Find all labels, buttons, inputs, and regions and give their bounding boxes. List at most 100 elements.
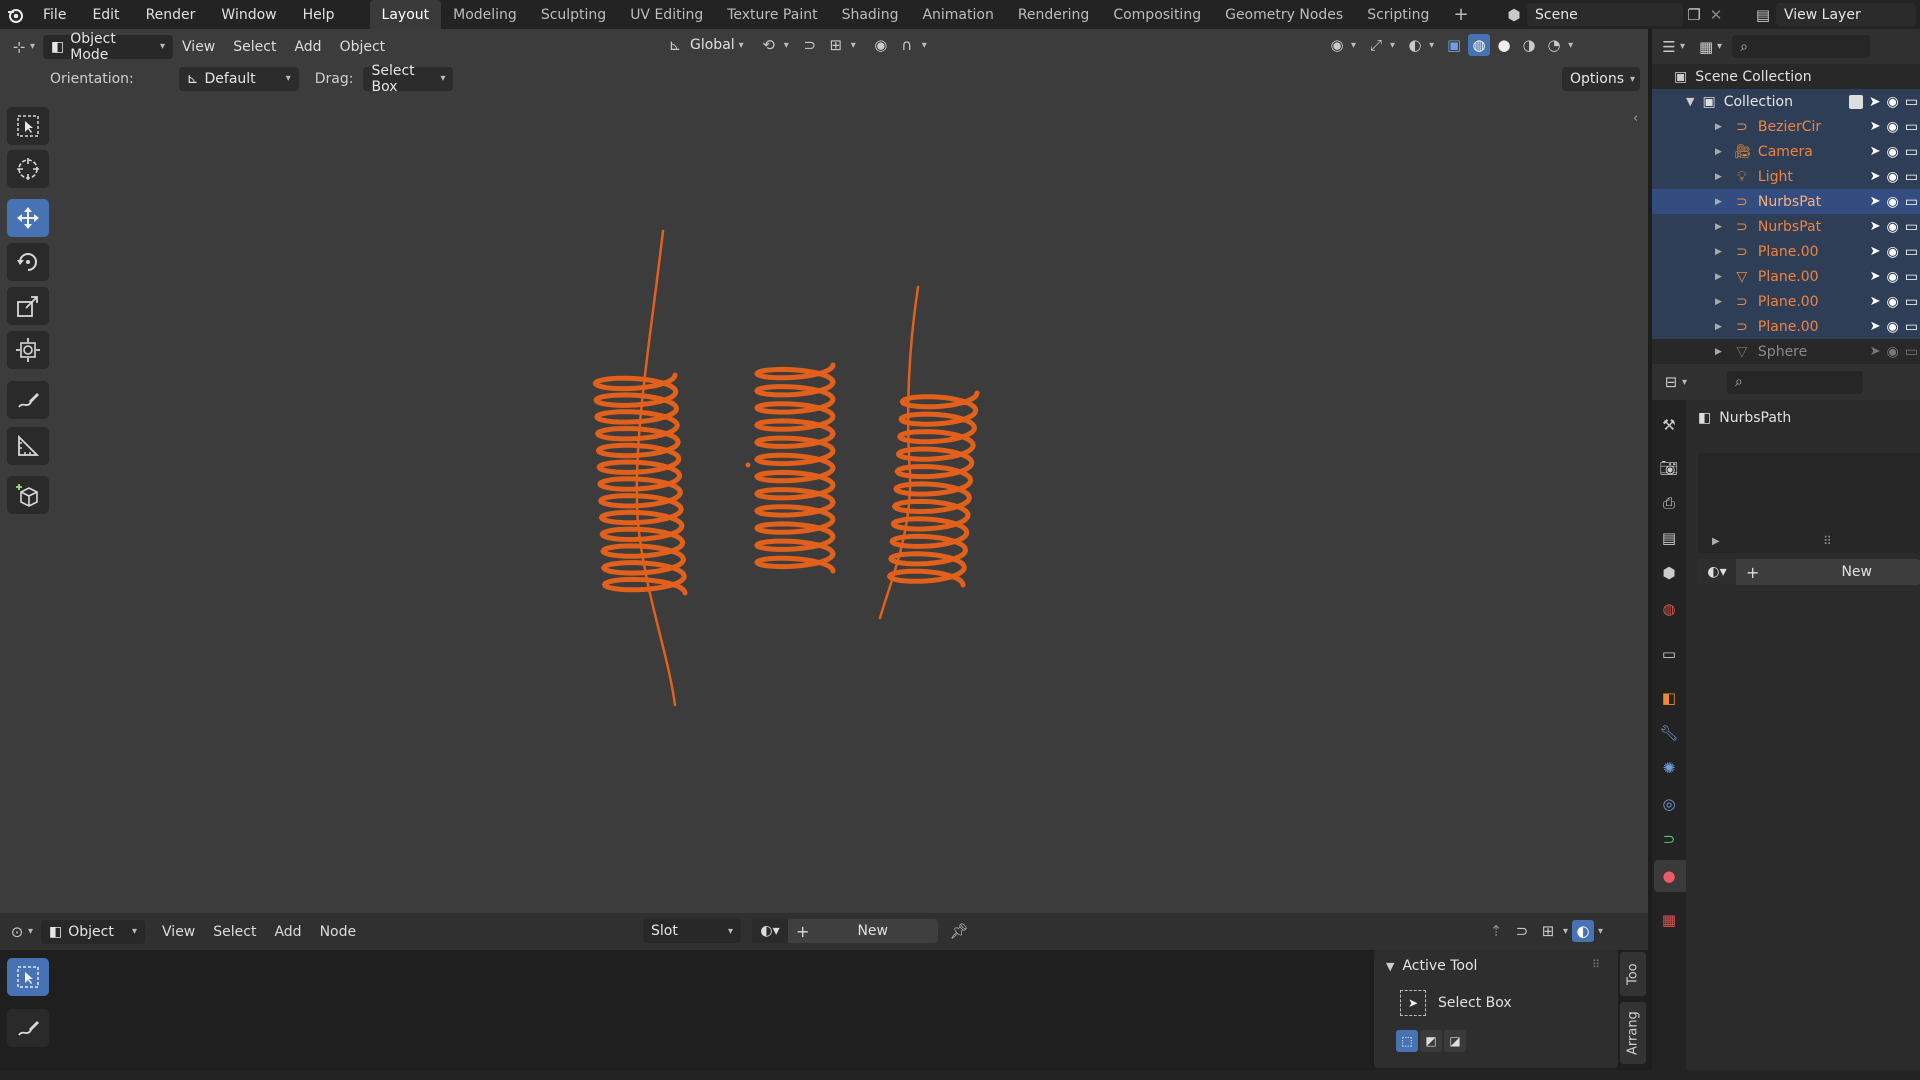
expand-right-icon[interactable]: ▶ [1715,197,1722,207]
middle-spring[interactable] [754,362,836,574]
outliner-object-row[interactable]: ▶ ▽ Plane.00 ➤ ◉ ▭ [1652,264,1920,289]
select-extend-icon[interactable]: ◩ [1420,1030,1442,1052]
outliner-object-row[interactable]: ▶ 💡︎ Light ➤ ◉ ▭ [1652,164,1920,189]
eye-icon[interactable]: ◉ [1887,94,1899,110]
view-layer-tab-icon[interactable]: ▤ [1658,527,1680,549]
snap-icon[interactable]: ⊃ [1511,920,1533,942]
tab-modeling[interactable]: Modeling [441,0,529,29]
selectable-icon[interactable]: ➤ [1870,169,1881,184]
3d-viewport[interactable]: ‹ [0,93,1648,913]
right-spring[interactable] [886,390,980,588]
measure-tool[interactable] [7,427,49,465]
monitor-icon[interactable]: ▭ [1905,119,1918,135]
monitor-icon[interactable]: ▭ [1905,244,1918,260]
outliner-object-name[interactable]: Plane.00 [1758,269,1830,285]
outliner-object-row[interactable]: ▶ ⊃ BezierCir ➤ ◉ ▭ [1652,114,1920,139]
monitor-icon[interactable]: ▭ [1905,344,1918,360]
delete-scene-icon[interactable]: ✕ [1705,4,1727,26]
shader-new-material-button[interactable]: + New [788,919,938,943]
monitor-icon[interactable]: ▭ [1905,269,1918,285]
overlays-icon[interactable]: ◐ [1572,920,1595,942]
outliner-object-row[interactable]: ▶ ⊃ NurbsPat ➤ ◉ ▭ [1652,189,1920,214]
snap-icon[interactable]: ⊃ [799,34,821,56]
outliner-object-row[interactable]: ▶ ⊃ Plane.00 ➤ ◉ ▭ [1652,239,1920,264]
properties-search-input[interactable]: ⌕ [1727,370,1864,394]
monitor-icon[interactable]: ▭ [1905,319,1918,335]
eye-icon[interactable]: ◉ [1887,219,1899,235]
orientation-dropdown[interactable]: ⊾ Default ▾ [178,66,299,91]
selectable-icon[interactable]: ➤ [1870,269,1881,284]
tab-animation[interactable]: Animation [910,0,1005,29]
falloff-icon[interactable]: ∩ [896,34,918,56]
menu-select[interactable]: Select [224,34,285,60]
material-shading-icon[interactable]: ◑ [1518,34,1540,56]
outliner-object-name[interactable]: Sphere [1758,344,1830,360]
monitor-icon[interactable]: ▭ [1905,219,1918,235]
selectable-icon[interactable]: ➤ [1869,94,1881,110]
monitor-icon[interactable]: ▭ [1905,94,1918,110]
expand-right-icon[interactable]: ▶ [1715,222,1722,232]
tab-geometry-nodes[interactable]: Geometry Nodes [1213,0,1355,29]
material-browse-icon[interactable]: ◐▾ [752,919,788,943]
selectable-icon[interactable]: ➤ [1870,119,1881,134]
active-tool-row[interactable]: ➤ Select Box [1400,990,1512,1016]
selectable-icon[interactable]: ➤ [1870,194,1881,209]
new-material-button[interactable]: + New [1736,559,1920,585]
monitor-icon[interactable]: ▭ [1905,144,1918,160]
outliner-object-row[interactable]: ▶ ⊃ Plane.00 ➤ ◉ ▭ [1652,314,1920,339]
cursor-tool[interactable] [7,150,49,188]
menu-window[interactable]: Window [208,0,289,29]
outliner-object-name[interactable]: NurbsPat [1758,194,1830,210]
display-mode-icon[interactable]: ▦ [1695,36,1717,58]
eye-icon[interactable]: ◉ [1887,244,1899,260]
tab-layout[interactable]: Layout [369,0,442,29]
visibility-icon[interactable]: ◉ [1326,34,1348,56]
tab-shading[interactable]: Shading [830,0,911,29]
menu-render[interactable]: Render [133,0,209,29]
add-workspace-button[interactable]: + [1441,0,1480,29]
checkbox-icon[interactable] [1848,94,1863,109]
tab-sculpting[interactable]: Sculpting [529,0,618,29]
expand-right-icon[interactable]: ▶ [1712,536,1720,547]
outliner-object-row[interactable]: ▶ ⊃ Plane.00 ➤ ◉ ▭ [1652,289,1920,314]
output-tab-icon[interactable]: ⎙ [1658,492,1680,514]
shader-select-tool[interactable] [7,958,49,996]
outliner-object-row[interactable]: ▶ ⊃ NurbsPat ➤ ◉ ▭ [1652,214,1920,239]
selectable-icon[interactable]: ➤ [1870,319,1881,334]
tab-scripting[interactable]: Scripting [1355,0,1441,29]
expand-right-icon[interactable]: ▶ [1715,147,1722,157]
view-layer-icon[interactable]: ▤ [1752,4,1774,26]
selectable-icon[interactable]: ➤ [1870,294,1881,309]
view-layer-name-field[interactable]: View Layer [1776,3,1916,26]
active-tool-section-header[interactable]: ▼ Active Tool [1386,958,1477,974]
scene-icon[interactable]: ⬢ [1503,4,1525,26]
eye-icon[interactable]: ◉ [1887,319,1899,335]
expand-right-icon[interactable]: ▶ [1715,122,1722,132]
resize-handle-icon[interactable]: ⠿ [1823,534,1832,548]
eye-icon[interactable]: ◉ [1887,194,1899,210]
outliner-object-name[interactable]: Plane.00 [1758,244,1830,260]
menu-view[interactable]: View [173,34,224,60]
scene-name-field[interactable]: Scene [1527,3,1683,26]
options-dropdown[interactable]: Options ▾ [1562,67,1640,91]
blender-logo-icon[interactable] [4,4,26,26]
select-box-tool[interactable] [7,107,49,145]
menu-object[interactable]: Object [331,34,395,60]
tool-tab-icon[interactable]: ⚒ [1658,414,1680,436]
wireframe-shading-icon[interactable]: ◍ [1468,34,1491,56]
proportional-edit-icon[interactable]: ◉ [870,34,892,56]
expand-right-icon[interactable]: ▶ [1715,247,1722,257]
shader-editor-type-icon[interactable]: ⊙ [6,921,28,943]
outliner-object-name[interactable]: Light [1758,169,1830,185]
scale-tool[interactable] [7,287,49,325]
physics-tab-icon[interactable]: ◎ [1658,793,1680,815]
particles-tab-icon[interactable]: ✺ [1658,757,1680,779]
eye-icon[interactable]: ◉ [1887,269,1899,285]
selectable-icon[interactable]: ➤ [1870,244,1881,259]
tab-uv-editing[interactable]: UV Editing [618,0,715,29]
outliner-object-name[interactable]: Camera [1758,144,1830,160]
monitor-icon[interactable]: ▭ [1905,294,1918,310]
parent-node-tree-icon[interactable]: ⇡ [1485,920,1507,942]
editor-type-icon[interactable]: ⊹ [8,36,30,58]
selectable-icon[interactable]: ➤ [1870,344,1881,359]
